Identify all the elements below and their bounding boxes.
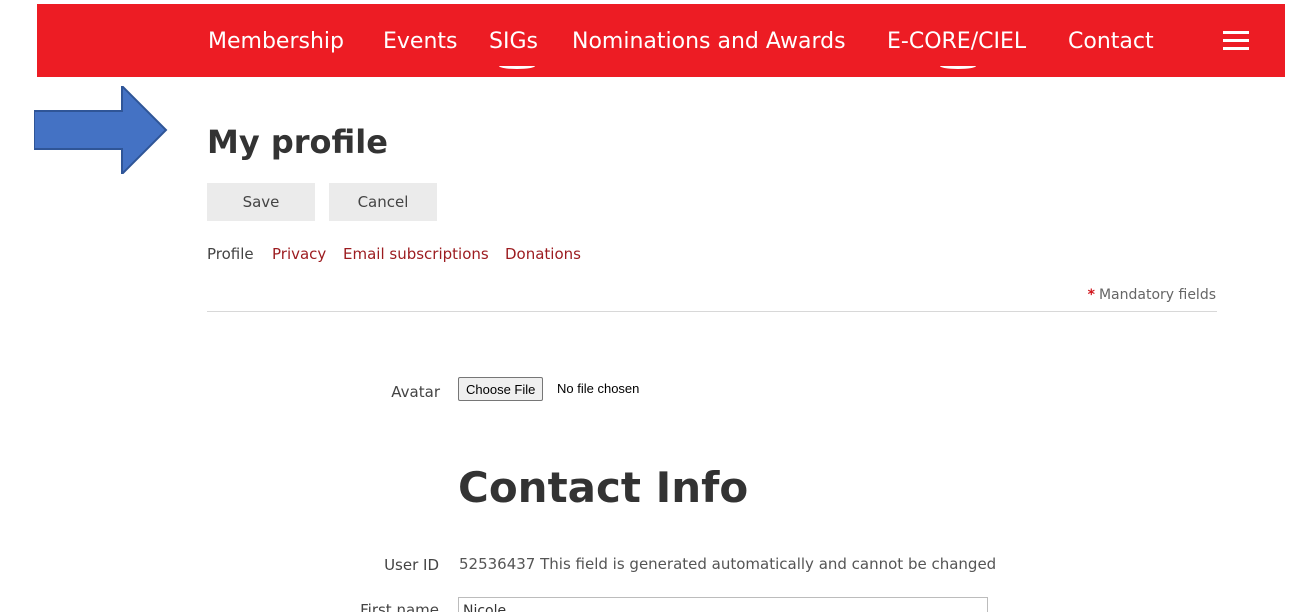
cancel-button[interactable]: Cancel <box>329 183 437 221</box>
nav-item-e-core-ciel[interactable]: E-CORE/CIEL <box>887 28 1026 56</box>
tab-donations[interactable]: Donations <box>505 244 581 264</box>
tab-privacy[interactable]: Privacy <box>272 244 326 264</box>
required-marker: * <box>1087 287 1095 303</box>
mandatory-fields-note: * Mandatory fields <box>1088 287 1216 303</box>
user-id-label: User ID <box>384 556 439 574</box>
choose-file-button[interactable]: Choose File <box>458 377 544 401</box>
save-button[interactable]: Save <box>207 183 315 221</box>
first-name-label: First name <box>360 601 439 612</box>
right-arrow-icon <box>34 86 168 174</box>
nav-item-sigs[interactable]: SIGs <box>489 28 538 56</box>
nav-active-indicator-e-core-ciel <box>940 66 976 69</box>
user-id-value: 52536437 This field is generated automat… <box>459 555 997 573</box>
profile-page: Membership Events SIGs Nominations and A… <box>0 0 1291 612</box>
nav-item-events[interactable]: Events <box>383 28 458 56</box>
nav-active-indicator-sigs <box>499 66 535 69</box>
section-divider <box>207 311 1217 312</box>
nav-item-membership[interactable]: Membership <box>208 28 344 56</box>
tab-email-subscriptions[interactable]: Email subscriptions <box>343 244 489 264</box>
page-title: My profile <box>207 123 388 161</box>
top-navigation: Membership Events SIGs Nominations and A… <box>37 4 1285 77</box>
nav-item-contact[interactable]: Contact <box>1068 28 1154 56</box>
file-status-text: No file chosen <box>557 381 640 396</box>
nav-item-nominations-and-awards[interactable]: Nominations and Awards <box>572 28 846 56</box>
first-name-input[interactable] <box>458 597 988 612</box>
hamburger-menu-icon[interactable] <box>1223 31 1249 51</box>
tab-profile[interactable]: Profile <box>207 244 254 264</box>
mandatory-fields-text: Mandatory fields <box>1098 287 1216 303</box>
avatar-label: Avatar <box>391 383 440 401</box>
contact-info-heading: Contact Info <box>458 463 749 512</box>
